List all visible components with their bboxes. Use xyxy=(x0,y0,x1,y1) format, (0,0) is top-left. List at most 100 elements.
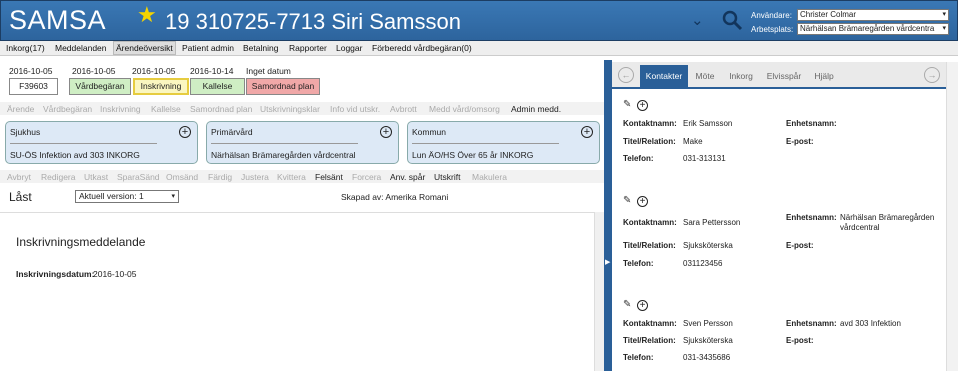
tb-samordnad-plan[interactable]: Samordnad plan xyxy=(190,104,252,114)
menu-loggar[interactable]: Loggar xyxy=(336,43,362,53)
document-title: Inskrivningsmeddelande xyxy=(16,235,146,249)
tb-medd-vard[interactable]: Medd vård/omsorg xyxy=(429,104,500,114)
tb-vardbegaran[interactable]: Vårdbegäran xyxy=(43,104,92,114)
created-by: Skapad av: Amerika Romani xyxy=(341,192,449,202)
tb-fardig[interactable]: Färdig xyxy=(208,172,232,182)
contact-unit: Närhälsan Brämaregården xyxy=(840,213,935,222)
tb-omsand[interactable]: Omsänd xyxy=(166,172,198,182)
tb-felsant[interactable]: Felsänt xyxy=(315,172,343,182)
edit-icon[interactable]: ✎ xyxy=(623,100,633,110)
contact-name: Sven Persson xyxy=(683,319,733,328)
tb-utkast[interactable]: Utkast xyxy=(84,172,108,182)
tb-inskrivning[interactable]: Inskrivning xyxy=(100,104,141,114)
contact-title: Sjuksköterska xyxy=(683,336,733,345)
workplace-select[interactable]: Närhälsan Brämaregården vårdcentra ▾ xyxy=(797,23,949,35)
search-icon[interactable] xyxy=(721,9,743,31)
menu-arendeoversikt[interactable]: Ärendeöversikt xyxy=(113,41,176,55)
title-label: Titel/Relation: xyxy=(623,336,676,345)
status-vardbegaran[interactable]: Vårdbegäran xyxy=(69,78,131,95)
tab-hjalp[interactable]: Hjälp xyxy=(810,65,838,87)
admission-date-label: Inskrivningsdatum: xyxy=(16,269,95,279)
org-title: Kommun xyxy=(412,127,447,137)
tb-forcera[interactable]: Forcera xyxy=(352,172,381,182)
case-id[interactable]: F39603 xyxy=(9,78,58,95)
contact-name-label: Kontaktnamn: xyxy=(623,218,677,227)
phone-label: Telefon: xyxy=(623,259,654,268)
back-arrow-icon[interactable]: ← xyxy=(618,67,634,83)
org-kommun: Kommun + Lun ÄO/HS Över 65 år INKORG xyxy=(407,121,600,164)
tab-kontakter[interactable]: Kontakter xyxy=(640,65,688,87)
menu-meddelanden[interactable]: Meddelanden xyxy=(55,43,107,53)
menu-betalning[interactable]: Betalning xyxy=(243,43,278,53)
document-toolbar: Avbryt Redigera Utkast SparaSänd Omsänd … xyxy=(0,170,604,183)
tb-kallelse[interactable]: Kallelse xyxy=(151,104,181,114)
divider xyxy=(211,143,358,144)
workplace-label: Arbetsplats: xyxy=(751,25,794,34)
version-select[interactable]: Aktuell version: 1 ▾ xyxy=(75,190,179,203)
main-menu: Inkorg(17) Meddelanden Ärendeöversikt Pa… xyxy=(0,41,958,56)
tb-arende[interactable]: Ärende xyxy=(7,104,34,114)
case-toolbar: Ärende Vårdbegäran Inskrivning Kallelse … xyxy=(0,102,604,115)
tab-inkorg[interactable]: Inkorg xyxy=(724,65,758,87)
tb-justera[interactable]: Justera xyxy=(241,172,269,182)
document-scrollbar[interactable] xyxy=(594,212,604,371)
contact-phone: 031-313131 xyxy=(683,154,726,163)
menu-rapporter[interactable]: Rapporter xyxy=(289,43,327,53)
contact-phone: 031123456 xyxy=(683,259,723,268)
phone-label: Telefon: xyxy=(623,353,654,362)
user-select[interactable]: Christer Colmar ▾ xyxy=(797,9,949,21)
add-icon[interactable]: + xyxy=(380,126,392,138)
tb-admin-medd[interactable]: Admin medd. xyxy=(511,104,561,114)
menu-forberedd[interactable]: Förberedd vårdbegäran(0) xyxy=(372,43,472,53)
org-value: Närhälsan Brämaregården vårdcentral xyxy=(211,150,356,160)
add-icon[interactable]: + xyxy=(581,126,593,138)
menu-patient-admin[interactable]: Patient admin xyxy=(182,43,234,53)
menu-inkorg[interactable]: Inkorg(17) xyxy=(6,43,45,53)
dropdown-arrow-icon: ▾ xyxy=(942,25,946,32)
contact-unit: avd 303 Infektion xyxy=(840,319,901,328)
status-date: 2016-10-05 xyxy=(9,66,53,76)
divider xyxy=(412,143,559,144)
tab-elvisspar[interactable]: Elvisspår xyxy=(762,65,806,87)
status-date: Inget datum xyxy=(246,66,291,76)
tb-avbryt[interactable]: Avbryt xyxy=(7,172,31,182)
tb-sparasand[interactable]: SparaSänd xyxy=(117,172,160,182)
star-icon[interactable]: ★ xyxy=(137,4,157,26)
contacts-panel xyxy=(612,91,946,371)
forward-arrow-icon[interactable]: → xyxy=(924,67,940,83)
edit-icon[interactable]: ✎ xyxy=(623,196,633,206)
tb-redigera[interactable]: Redigera xyxy=(41,172,76,182)
panel-splitter[interactable]: ▶ xyxy=(604,60,612,371)
tb-makulera[interactable]: Makulera xyxy=(472,172,507,182)
status-inskrivning[interactable]: Inskrivning xyxy=(133,78,189,95)
org-value: SU-ÖS Infektion avd 303 INKORG xyxy=(10,150,140,160)
tb-avbrott[interactable]: Avbrott xyxy=(390,104,417,114)
expand-arrow-icon[interactable]: ▶ xyxy=(605,258,610,266)
add-icon[interactable]: + xyxy=(179,126,191,138)
contact-name-label: Kontaktnamn: xyxy=(623,119,677,128)
divider xyxy=(10,143,157,144)
contact-title: Sjuksköterska xyxy=(683,241,733,250)
status-kallelse[interactable]: Kallelse xyxy=(190,78,245,95)
add-icon[interactable]: + xyxy=(637,100,648,111)
tb-utskrift[interactable]: Utskrift xyxy=(434,172,460,182)
chevron-down-icon[interactable]: ⌄ xyxy=(691,11,704,29)
app-logo: SAMSA xyxy=(9,5,107,35)
tb-anv-spar[interactable]: Anv. spår xyxy=(390,172,425,182)
right-scrollbar[interactable] xyxy=(946,62,958,371)
tb-utskrivningsklar[interactable]: Utskrivningsklar xyxy=(260,104,320,114)
contact-unit-line2: vårdcentral xyxy=(840,223,880,232)
edit-icon[interactable]: ✎ xyxy=(623,300,633,310)
add-icon[interactable]: + xyxy=(637,196,648,207)
tb-kvittera[interactable]: Kvittera xyxy=(277,172,306,182)
user-label: Användare: xyxy=(751,11,792,20)
status-samordnad-plan[interactable]: Samordnad plan xyxy=(246,78,320,95)
tb-info-utskr[interactable]: Info vid utskr. xyxy=(330,104,380,114)
email-label: E-post: xyxy=(786,336,814,345)
dropdown-arrow-icon: ▾ xyxy=(942,11,946,18)
org-title: Primärvård xyxy=(211,127,253,137)
title-label: Titel/Relation: xyxy=(623,241,676,250)
admission-date-value: 2016-10-05 xyxy=(93,269,137,279)
add-icon[interactable]: + xyxy=(637,300,648,311)
tab-mote[interactable]: Möte xyxy=(690,65,720,87)
